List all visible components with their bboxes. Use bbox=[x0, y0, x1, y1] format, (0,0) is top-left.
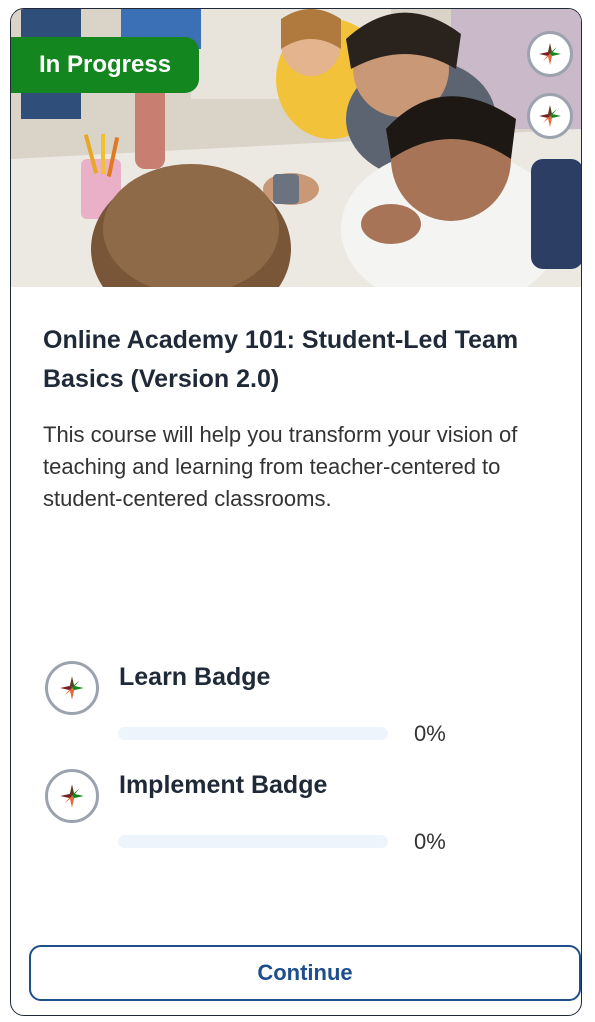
badge-progress-bar bbox=[118, 835, 388, 848]
course-description: This course will help you transform your… bbox=[43, 422, 518, 511]
badge-progress-bar bbox=[118, 727, 388, 740]
learn-badge-emblem-icon bbox=[527, 31, 573, 77]
status-badge: In Progress bbox=[11, 37, 200, 93]
badge-progress-percent: 0% bbox=[414, 829, 446, 854]
learn-badge-row: Learn Badge 0% bbox=[43, 657, 563, 747]
course-card: In Progress Online Academy 101: Student-… bbox=[10, 8, 582, 1016]
continue-button[interactable]: Continue bbox=[29, 945, 581, 1001]
course-hero-image[interactable]: In Progress bbox=[11, 9, 581, 287]
badge-emblem-icon bbox=[45, 661, 99, 715]
implement-badge-emblem-icon bbox=[527, 93, 573, 139]
course-title[interactable]: Online Academy 101: Student-Led Team Bas… bbox=[43, 321, 553, 399]
implement-badge-row: Implement Badge 0% bbox=[43, 765, 563, 855]
badge-emblem-icon bbox=[45, 769, 99, 823]
badge-progress-percent: 0% bbox=[414, 721, 446, 746]
badge-name: Implement Badge bbox=[119, 771, 328, 799]
badge-name: Learn Badge bbox=[119, 663, 271, 691]
